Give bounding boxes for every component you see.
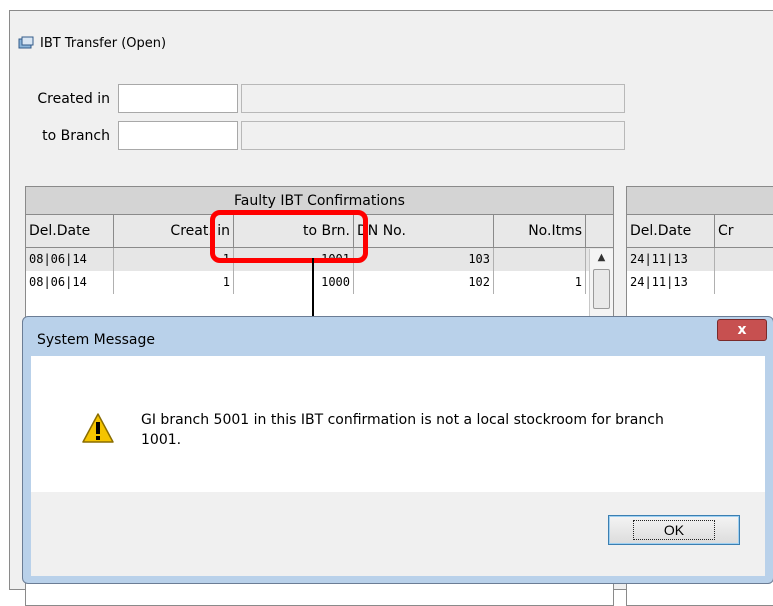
created-in-label: Created in [37, 90, 110, 107]
table-row[interactable]: 24|11|13 [627, 248, 773, 271]
grid2-header: Del.Date Cr [627, 215, 773, 248]
column-header-dn-no[interactable]: DN No. [354, 215, 494, 247]
to-branch-input[interactable] [118, 121, 238, 150]
grid2-column-header-created[interactable]: Cr [715, 215, 773, 247]
scroll-thumb[interactable] [593, 269, 610, 309]
cell-del-date: 08|06|14 [26, 248, 114, 271]
dialog-message: GI branch 5001 in this IBT confirmation … [141, 412, 664, 448]
table-row[interactable]: 08|06|14 1 1000 102 1 [26, 271, 613, 294]
created-in-input[interactable] [118, 84, 238, 113]
to-branch-description [241, 121, 625, 150]
grid2-caption [627, 187, 773, 215]
window-title-bar: IBT Transfer (Open) [18, 33, 166, 53]
scroll-up-icon[interactable]: ▲ [590, 249, 613, 267]
close-button[interactable]: x [717, 319, 767, 341]
cell-to-branch: 1000 [234, 271, 354, 294]
grid2-cell-del-date: 24|11|13 [627, 271, 715, 294]
dialog-body: GI branch 5001 in this IBT confirmation … [31, 356, 765, 492]
table-row[interactable]: 24|11|13 [627, 271, 773, 294]
to-branch-row: to Branch [10, 121, 625, 150]
grid2-cell-del-date: 24|11|13 [627, 248, 715, 271]
created-in-row: Created in [10, 84, 625, 113]
warning-icon [81, 412, 115, 448]
window-title: IBT Transfer (Open) [40, 35, 167, 51]
dialog-footer: OK [31, 492, 765, 576]
ok-button-label: OK [632, 520, 716, 540]
system-message-dialog: System Message x GI branch 5001 in this … [22, 316, 773, 584]
cell-no-items [494, 248, 586, 271]
created-in-description [241, 84, 625, 113]
close-icon: x [737, 322, 747, 338]
dialog-title: System Message [37, 332, 156, 348]
grid2-column-header-del-date[interactable]: Del.Date [627, 215, 715, 247]
column-header-del-date[interactable]: Del.Date [26, 215, 114, 247]
cell-dn-no: 103 [354, 248, 494, 271]
annotation-highlight-box [210, 210, 368, 263]
to-branch-label: to Branch [42, 127, 110, 144]
cell-dn-no: 102 [354, 271, 494, 294]
cell-no-items: 1 [494, 271, 586, 294]
cell-del-date: 08|06|14 [26, 271, 114, 294]
cell-created-in: 1 [114, 271, 234, 294]
ibt-window-icon [18, 36, 34, 50]
ok-button[interactable]: OK [608, 515, 740, 545]
column-header-no-items[interactable]: No.Itms [494, 215, 586, 247]
